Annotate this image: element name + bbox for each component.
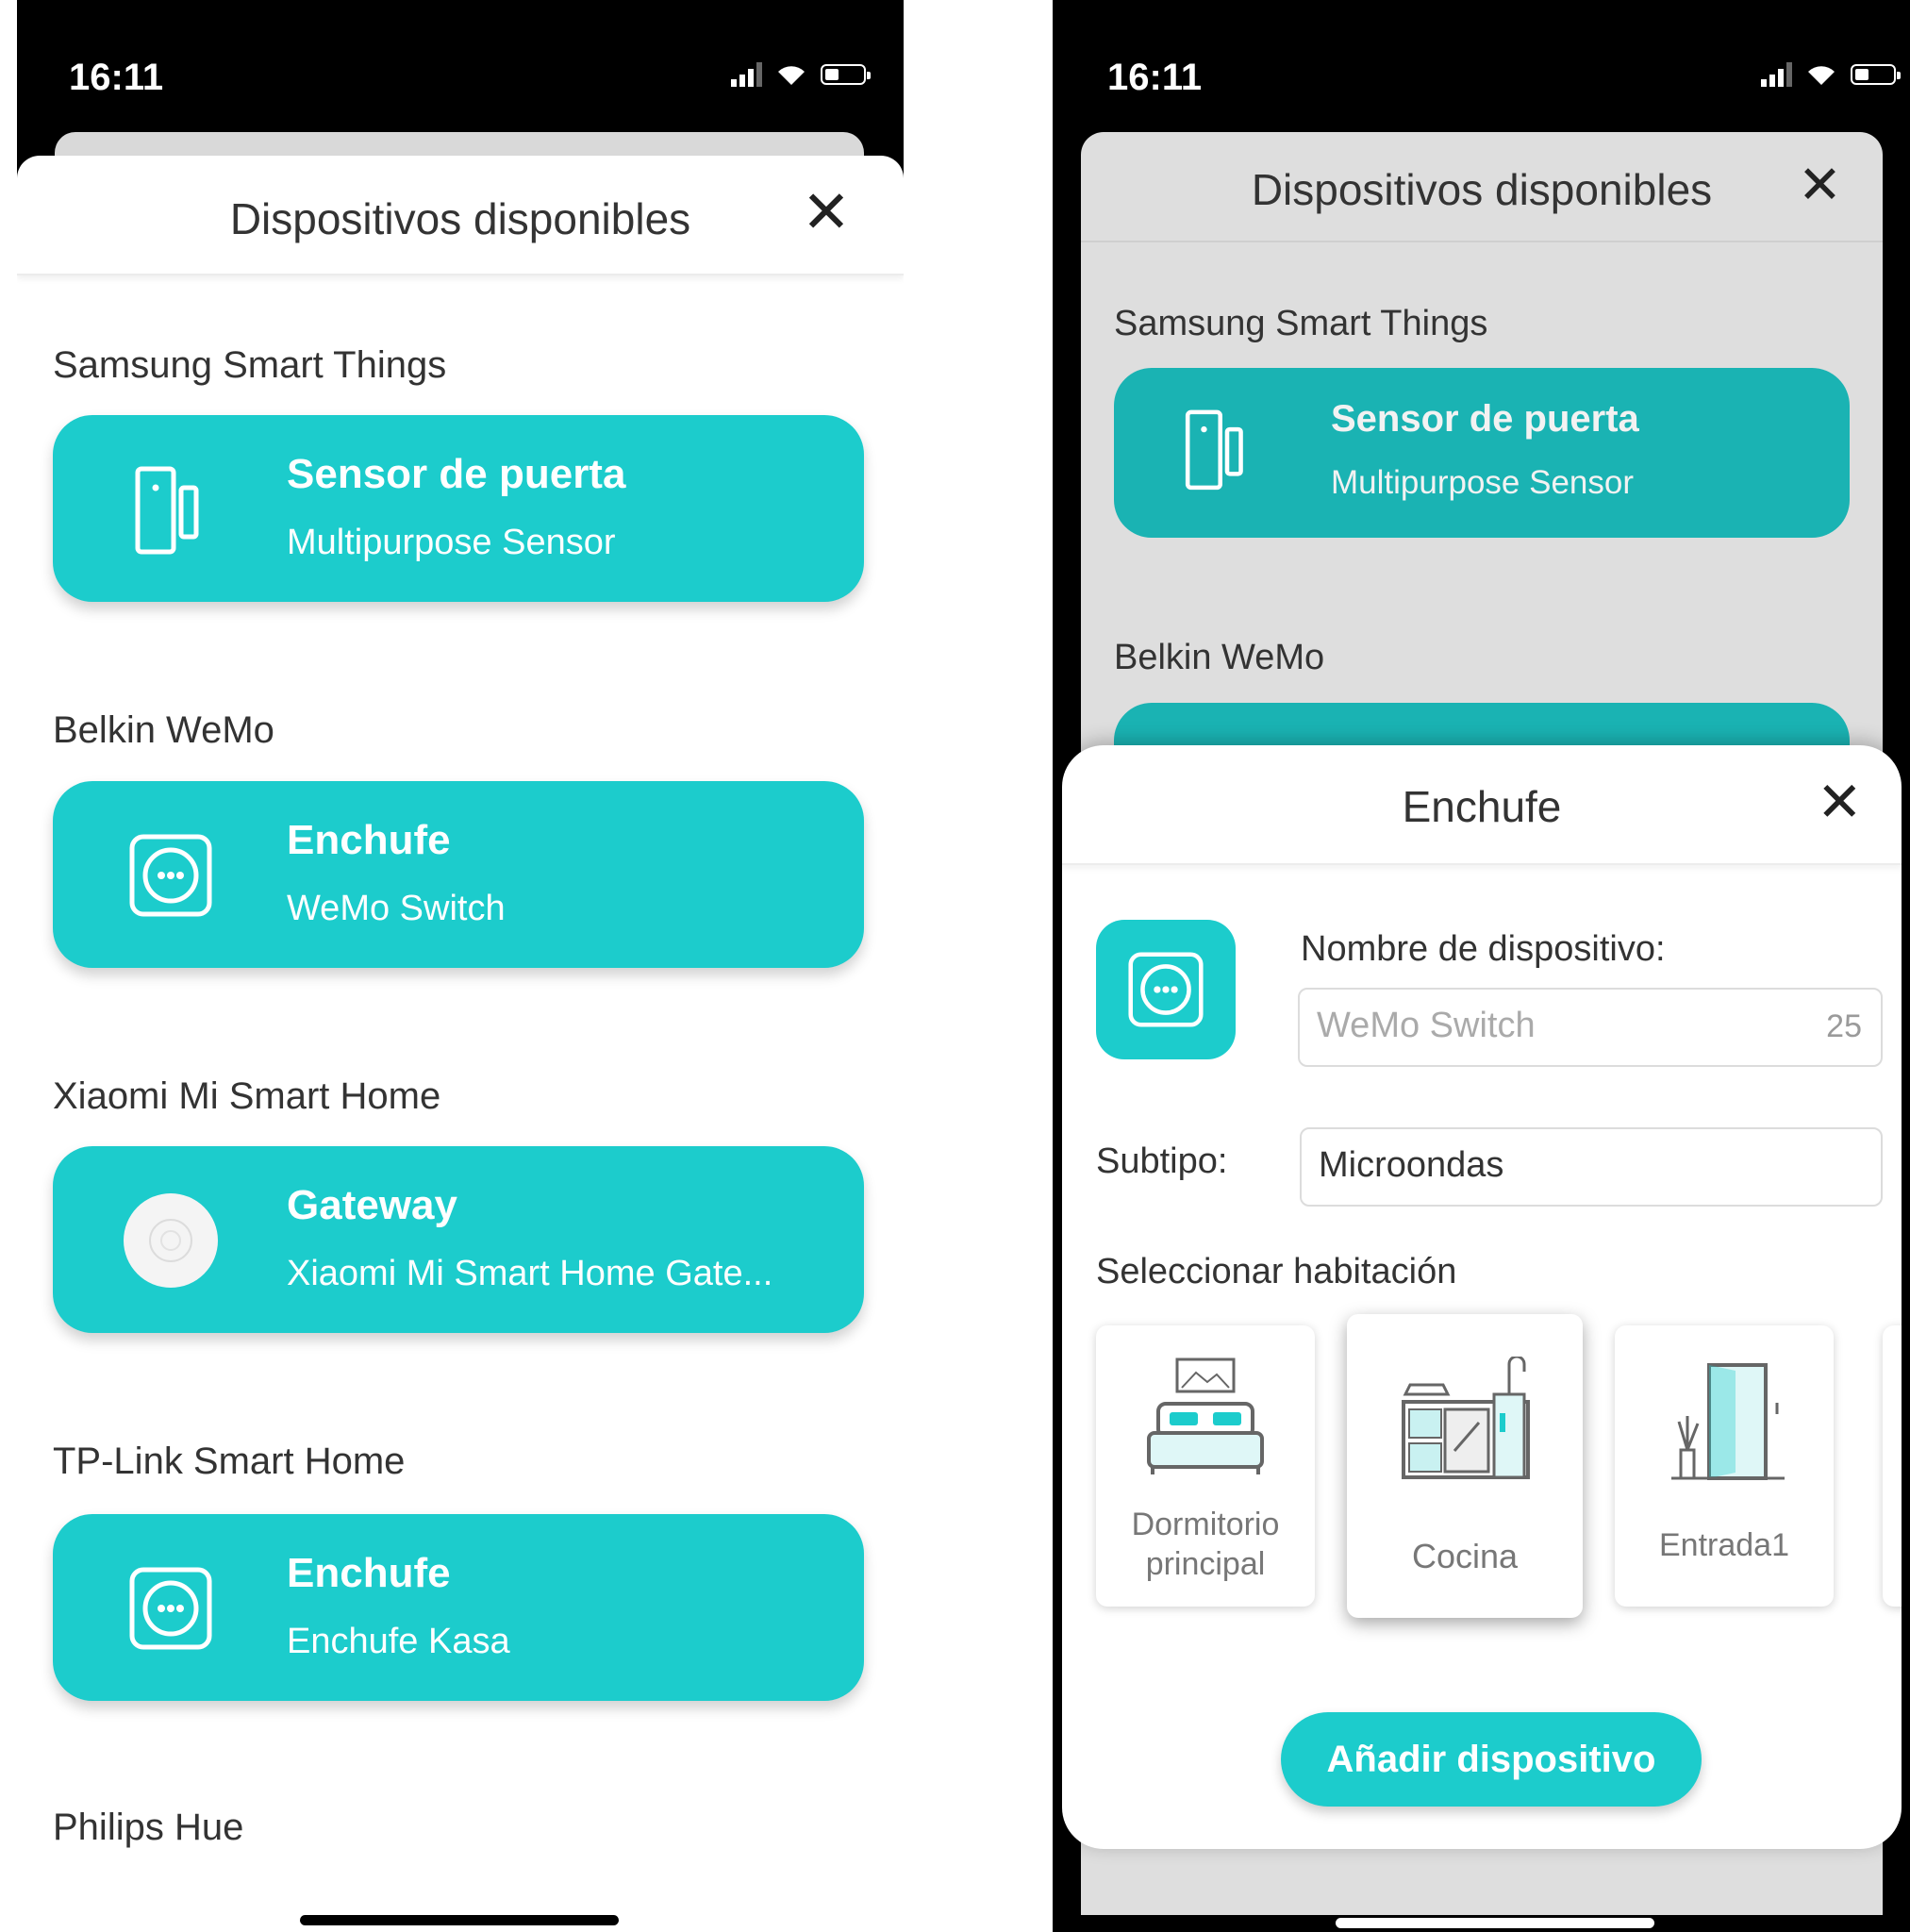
close-icon[interactable]: ✕ (1817, 775, 1863, 830)
device-model: Xiaomi Mi Smart Home Gate... (287, 1254, 773, 1293)
wifi-icon (1808, 66, 1835, 85)
room-card-next[interactable] (1883, 1325, 1902, 1607)
close-icon[interactable]: ✕ (802, 184, 851, 242)
status-time: 16:11 (69, 57, 164, 98)
wifi-icon (778, 66, 805, 85)
char-counter: 25 (1826, 1008, 1862, 1044)
device-name: Sensor de puerta (1331, 398, 1639, 440)
section-samsung: Samsung Smart Things (53, 344, 447, 386)
modal-header: Enchufe ✕ (1062, 745, 1902, 865)
section-tplink: TP-Link Smart Home (53, 1441, 406, 1482)
sheet-header: Dispositivos disponibles ✕ (1081, 132, 1883, 242)
device-list-screen: 16:11 Dispositivos disponibles ✕ Samsung… (17, 0, 904, 1932)
plug-icon (1128, 952, 1204, 1027)
device-card-door-sensor[interactable]: Sensor de puerta Multipurpose Sensor (53, 415, 864, 602)
device-name-label: Nombre de dispositivo: (1301, 929, 1666, 969)
close-icon[interactable]: ✕ (1798, 158, 1842, 211)
gateway-icon (124, 1193, 218, 1288)
device-name: Gateway (287, 1182, 457, 1228)
room-label: Entrada1 (1659, 1527, 1789, 1563)
device-model: Enchufe Kasa (287, 1622, 510, 1661)
device-card-wemo-switch[interactable]: Enchufe WeMo Switch (53, 781, 864, 968)
device-name: Enchufe (287, 1550, 451, 1596)
room-label: Dormitorio principal (1131, 1507, 1280, 1582)
door-sensor-icon (1185, 409, 1243, 491)
sheet-title: Dispositivos disponibles (1251, 165, 1713, 214)
battery-icon (1851, 64, 1901, 85)
subtype-field[interactable]: Microondas (1300, 1127, 1883, 1207)
subtype-label: Subtipo: (1096, 1141, 1228, 1181)
home-indicator[interactable] (300, 1915, 619, 1925)
room-selection-label: Seleccionar habitación (1096, 1252, 1457, 1291)
device-name: Sensor de puerta (287, 451, 626, 497)
device-card-gateway[interactable]: Gateway Xiaomi Mi Smart Home Gate... (53, 1146, 864, 1333)
room-card-kitchen[interactable]: Cocina (1347, 1314, 1583, 1618)
device-model: WeMo Switch (287, 889, 506, 928)
add-device-screen: 16:11 Dispositivos disponibles ✕ Samsung… (1053, 0, 1910, 1932)
plug-icon (129, 1567, 212, 1650)
section-xiaomi: Xiaomi Mi Smart Home (53, 1075, 441, 1117)
device-name-input[interactable]: WeMo Switch 25 (1298, 988, 1883, 1067)
home-indicator[interactable] (1336, 1918, 1654, 1928)
section-philips: Philips Hue (53, 1807, 244, 1848)
device-card-door-sensor[interactable]: Sensor de puerta Multipurpose Sensor (1114, 368, 1850, 538)
sheet-header: Dispositivos disponibles ✕ (17, 156, 904, 275)
device-name: Enchufe (287, 817, 451, 863)
modal-title: Enchufe (1402, 782, 1562, 831)
signal-icon (731, 62, 762, 87)
add-device-modal: Enchufe ✕ Nombre de dispositivo: WeMo Sw… (1062, 745, 1902, 1849)
room-card-entrance[interactable]: Entrada1 (1615, 1325, 1834, 1607)
battery-icon (821, 64, 871, 85)
status-bar: 16:11 (1053, 0, 1910, 132)
device-model: Multipurpose Sensor (287, 523, 616, 562)
device-type-icon (1096, 920, 1236, 1059)
entrance-icon (1671, 1363, 1785, 1480)
room-label: Cocina (1411, 1537, 1519, 1575)
subtype-value: Microondas (1319, 1145, 1504, 1185)
signal-icon (1761, 62, 1792, 87)
room-carousel[interactable]: Dormitorio principal Cocina Entrada1 (1096, 1314, 1902, 1627)
status-time: 16:11 (1107, 57, 1203, 98)
room-card-bedroom[interactable]: Dormitorio principal (1096, 1325, 1315, 1607)
section-belkin: Belkin WeMo (1114, 638, 1325, 677)
status-bar: 16:11 (17, 0, 904, 132)
add-device-button[interactable]: Añadir dispositivo (1281, 1712, 1702, 1807)
bedroom-icon (1147, 1357, 1264, 1474)
available-devices-sheet: Dispositivos disponibles ✕ Samsung Smart… (17, 156, 904, 1932)
section-samsung: Samsung Smart Things (1114, 304, 1488, 343)
sheet-title: Dispositivos disponibles (229, 194, 691, 243)
plug-icon (129, 834, 212, 917)
device-card-kasa-plug[interactable]: Enchufe Enchufe Kasa (53, 1514, 864, 1701)
device-model: Multipurpose Sensor (1331, 464, 1634, 501)
kitchen-icon (1402, 1357, 1530, 1479)
device-name-placeholder: WeMo Switch (1317, 1006, 1536, 1045)
door-sensor-icon (135, 466, 199, 555)
section-belkin: Belkin WeMo (53, 709, 274, 751)
